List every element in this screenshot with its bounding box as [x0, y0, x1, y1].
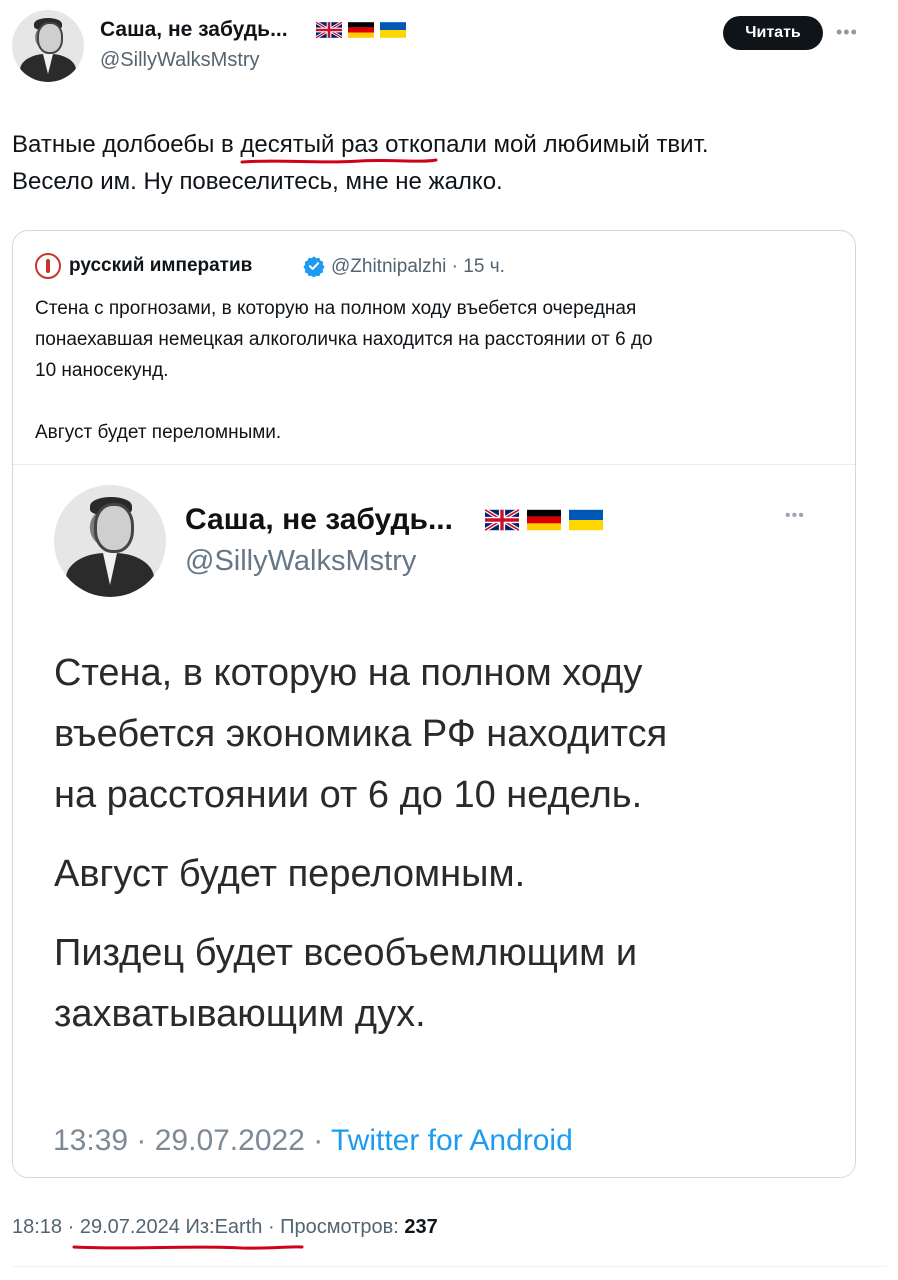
quote-handle-time[interactable]: @Zhitnipalzhi · 15 ч.	[331, 256, 505, 278]
embedded-flags	[485, 509, 603, 531]
author-flags	[316, 22, 406, 38]
embedded-line: на расстоянии от 6 до 10 недель.	[54, 774, 643, 816]
quote-text: Стена с прогнозами, в которую на полном …	[35, 293, 835, 448]
embedded-author-avatar	[54, 485, 166, 597]
quote-author-avatar[interactable]	[35, 253, 61, 279]
uk-flag-icon	[485, 509, 519, 531]
embedded-author-handle: @SillyWalksMstry	[185, 545, 417, 577]
author-handle[interactable]: @SillyWalksMstry	[100, 49, 260, 72]
quoted-tweet-card[interactable]: русский императив @Zhitnipalzhi · 15 ч. …	[12, 230, 856, 1178]
embedded-author-name: Саша, не забудь...	[185, 503, 453, 536]
embedded-source-link: Twitter for Android	[331, 1124, 573, 1157]
ukraine-flag-icon	[569, 509, 603, 531]
author-name[interactable]: Саша, не забудь...	[100, 18, 288, 42]
germany-flag-icon	[527, 509, 561, 531]
embedded-line: захватывающим дух.	[54, 993, 426, 1035]
tweet-location: Из:Earth ·	[179, 1216, 281, 1238]
embedded-tweet-image[interactable]: Саша, не забудь... @SillyWalksMstry ••• …	[13, 465, 855, 1177]
quote-line: Август будет переломными.	[35, 422, 282, 443]
quote-line: 10 наносекунд.	[35, 360, 169, 381]
follow-button[interactable]: Читать	[723, 16, 823, 50]
tweet-text: Ватные долбоебы в десятый раз откопали м…	[12, 126, 872, 200]
tweet-date[interactable]: 29.07.2024	[80, 1216, 180, 1238]
uk-flag-icon	[316, 22, 342, 38]
quote-line: понаехавшая немецкая алкоголичка находит…	[35, 329, 653, 350]
red-underline-footer	[72, 1245, 304, 1250]
tweet-footer-meta: 18:18 · 29.07.2024 Из:Earth · Просмотров…	[12, 1216, 438, 1239]
quote-author-name[interactable]: русский императив	[69, 255, 252, 277]
embedded-line: Август будет переломным.	[54, 853, 526, 895]
author-avatar[interactable]	[12, 10, 84, 82]
embedded-line: Пиздец будет всеобъемлющим и	[54, 932, 638, 974]
embedded-line: въебется экономика РФ находится	[54, 713, 668, 755]
germany-flag-icon	[348, 22, 374, 38]
views-label: Просмотров:	[280, 1216, 405, 1238]
embedded-tweet-meta: 13:39 · 29.07.2022 · Twitter for Android	[53, 1124, 573, 1158]
views-count[interactable]: 237	[404, 1216, 437, 1238]
embedded-time-date: 13:39 · 29.07.2022 ·	[53, 1124, 331, 1157]
verified-badge-icon	[303, 256, 325, 277]
ukraine-flag-icon	[380, 22, 406, 38]
embedded-line: Стена, в которую на полном ходу	[54, 652, 643, 694]
tweet-page: Саша, не забудь... @SillyWalksMstry Чита…	[0, 0, 898, 1280]
embedded-tweet-text: Стена, в которую на полном ходу въебется…	[54, 643, 834, 1045]
bottom-divider	[12, 1266, 886, 1267]
embedded-more-icon: •••	[785, 507, 805, 524]
quote-line: Стена с прогнозами, в которую на полном …	[35, 298, 637, 319]
more-options-icon[interactable]: •••	[836, 22, 858, 43]
tweet-time[interactable]: 18:18 ·	[12, 1216, 80, 1238]
tweet-line: Весело им. Ну повеселитесь, мне не жалко…	[12, 168, 503, 195]
tweet-line: Ватные долбоебы в десятый раз откопали м…	[12, 131, 709, 158]
